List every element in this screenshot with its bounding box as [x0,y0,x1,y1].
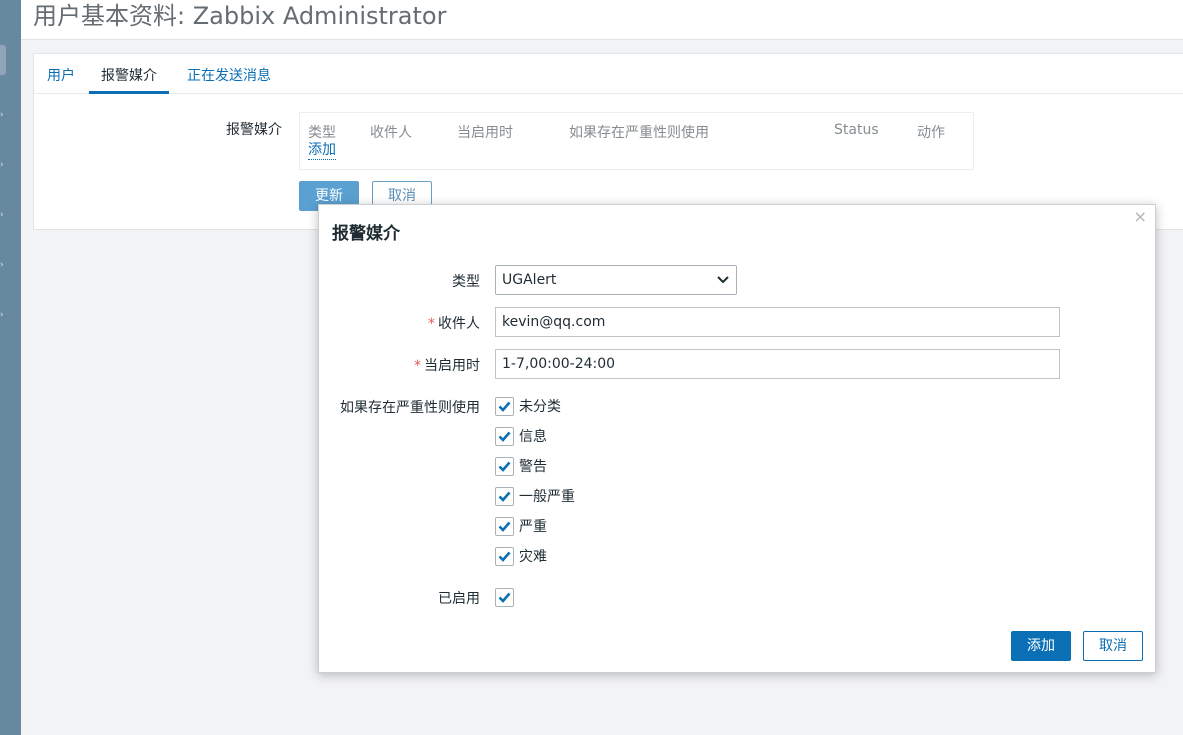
severity-label: 如果存在严重性则使用 [340,400,480,416]
checkmark-icon [498,521,511,532]
checkmark-icon [498,592,511,603]
dialog-cancel-button[interactable]: 取消 [1083,631,1143,661]
severity-option-not-classified[interactable]: 未分类 [495,396,561,416]
sidebar-chevron-icon[interactable]: › [0,211,6,220]
enabled-checkbox[interactable] [495,587,514,607]
active-when-label: * 当启用时 [414,355,480,375]
enabled-label: 已启用 [438,591,480,607]
severity-option-label: 信息 [519,429,547,445]
dialog-add-button[interactable]: 添加 [1011,631,1071,661]
checkbox[interactable] [495,456,514,476]
type-select[interactable]: UGAlert [495,265,737,295]
add-media-link[interactable]: 添加 [308,142,336,160]
dialog-title: 报警媒介 [332,224,400,244]
column-header-type: 类型 [308,125,336,141]
checkbox[interactable] [495,486,514,506]
recipient-label: * 收件人 [428,313,480,333]
required-mark: * [414,358,421,374]
media-section-label: 报警媒介 [226,122,282,138]
severity-option-disaster[interactable]: 灾难 [495,546,547,566]
recipient-input[interactable] [495,307,1060,337]
recipient-label-text: 收件人 [438,316,480,332]
column-header-action: 动作 [917,125,945,141]
page-title: 用户基本资料: Zabbix Administrator [33,2,447,30]
type-select-value: UGAlert [502,272,557,288]
sidebar-chevron-icon[interactable]: › [0,161,6,170]
sidebar-chevron-icon[interactable]: › [0,111,6,120]
active-when-label-text: 当启用时 [424,358,480,374]
tab-messaging[interactable]: 正在发送消息 [187,65,271,94]
close-icon[interactable]: × [1134,207,1147,226]
severity-option-high[interactable]: 严重 [495,516,547,536]
sidebar-toggle[interactable] [0,45,6,75]
sidebar-chevron-icon[interactable]: › [0,261,6,270]
checkbox[interactable] [495,546,514,566]
column-header-severity: 如果存在严重性则使用 [569,125,709,141]
severity-option-label: 一般严重 [519,489,575,505]
severity-option-label: 严重 [519,519,547,535]
checkmark-icon [498,551,511,562]
column-header-status: Status [834,122,879,138]
sidebar-chevron-icon[interactable]: › [0,311,6,320]
page-header: 用户基本资料: Zabbix Administrator [21,0,1183,40]
checkmark-icon [498,401,511,412]
checkmark-icon [498,431,511,442]
type-label: 类型 [452,274,480,290]
media-dialog: × 报警媒介 类型 UGAlert *收件人 *当启用时 如果存在严重性则使用 … [318,204,1156,673]
severity-option-label: 未分类 [519,399,561,415]
severity-option-average[interactable]: 一般严重 [495,486,575,506]
media-table: 类型 收件人 当启用时 如果存在严重性则使用 Status 动作 添加 [299,112,974,170]
severity-option-warning[interactable]: 警告 [495,456,547,476]
checkbox[interactable] [495,426,514,446]
column-header-recipient: 收件人 [370,125,412,141]
required-mark: * [428,316,435,332]
checkmark-icon [498,461,511,472]
tab-user[interactable]: 用户 [47,65,75,94]
severity-option-information[interactable]: 信息 [495,426,547,446]
sidebar: › › › › › [0,0,21,735]
tab-bar: 用户 报警媒介 正在发送消息 [34,54,1183,94]
enabled-option[interactable] [495,587,514,607]
active-when-input[interactable] [495,349,1060,379]
checkbox[interactable] [495,396,514,416]
checkbox[interactable] [495,516,514,536]
severity-option-label: 灾难 [519,549,547,565]
severity-option-label: 警告 [519,459,547,475]
column-header-when-active: 当启用时 [457,125,513,141]
tab-media[interactable]: 报警媒介 [89,65,169,94]
checkmark-icon [498,491,511,502]
chevron-down-icon [717,276,729,284]
